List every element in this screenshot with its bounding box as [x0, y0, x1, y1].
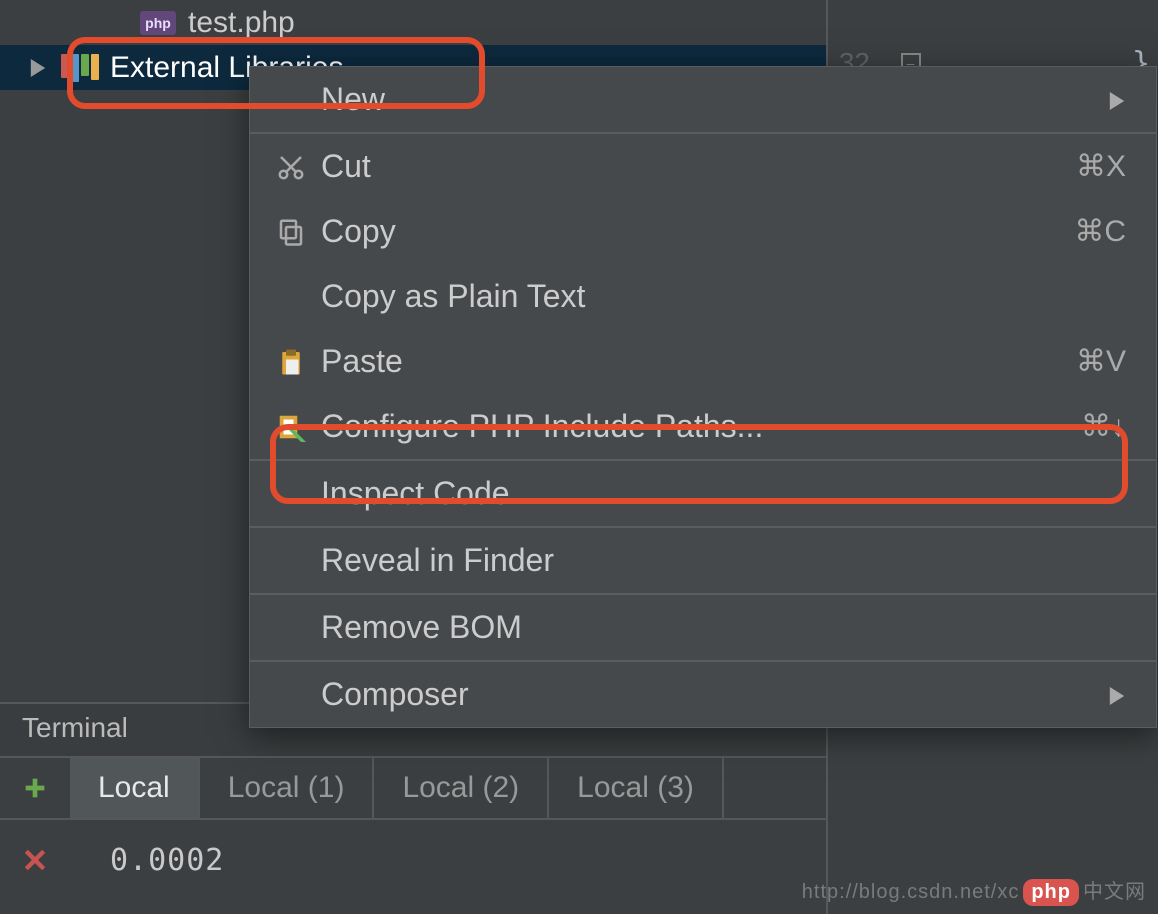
tree-file-row[interactable]: php test.php	[0, 0, 826, 45]
terminal-tab[interactable]: Local (1)	[200, 758, 375, 818]
terminal-output-row: 0.0002	[0, 820, 826, 900]
menu-new[interactable]: New	[250, 67, 1156, 132]
menu-label: Composer	[321, 676, 1108, 713]
menu-shortcut: ⌘V	[1076, 344, 1126, 379]
terminal-tabs: Local Local (1) Local (2) Local (3)	[0, 756, 826, 820]
menu-label: Cut	[321, 148, 1076, 185]
watermark-text: 中文网	[1083, 881, 1146, 903]
menu-remove-bom[interactable]: Remove BOM	[250, 595, 1156, 660]
menu-cut[interactable]: Cut ⌘X	[250, 134, 1156, 199]
clipboard-icon	[268, 344, 313, 380]
menu-reveal-finder[interactable]: Reveal in Finder	[250, 528, 1156, 593]
menu-label: Inspect Code...	[321, 475, 1126, 512]
submenu-arrow-icon	[1108, 81, 1126, 118]
menu-label: Remove BOM	[321, 609, 1126, 646]
menu-shortcut: ⌘C	[1074, 214, 1126, 249]
menu-label: Copy	[321, 213, 1074, 250]
configure-icon	[268, 409, 313, 445]
menu-shortcut: ⌘X	[1076, 149, 1126, 184]
blank-icon	[268, 610, 313, 646]
menu-copy[interactable]: Copy ⌘C	[250, 199, 1156, 264]
menu-label: Configure PHP Include Paths...	[321, 408, 1081, 445]
blank-icon	[268, 543, 313, 579]
menu-label: Copy as Plain Text	[321, 278, 1126, 315]
terminal-tab[interactable]: Local (3)	[549, 758, 724, 818]
terminal-tab-local[interactable]: Local	[70, 758, 200, 818]
menu-configure-php-paths[interactable]: Configure PHP Include Paths... ⌘↓	[250, 394, 1156, 459]
scissors-icon	[268, 149, 313, 185]
libraries-icon	[60, 53, 100, 83]
php-badge-icon: php	[1023, 879, 1079, 906]
menu-shortcut: ⌘↓	[1081, 409, 1126, 444]
menu-label: Paste	[321, 343, 1076, 380]
tree-file-label: test.php	[188, 6, 295, 40]
menu-composer[interactable]: Composer	[250, 662, 1156, 727]
terminal-tab[interactable]: Local (2)	[374, 758, 549, 818]
watermark-text: http://blog.csdn.net/xc	[802, 881, 1020, 903]
terminal-output-text: 0.0002	[70, 843, 224, 878]
submenu-arrow-icon	[1108, 676, 1126, 713]
menu-inspect-code[interactable]: Inspect Code...	[250, 461, 1156, 526]
watermark: http://blog.csdn.net/xcphp中文网	[802, 875, 1146, 906]
gutter-row-31	[828, 0, 1158, 42]
menu-paste[interactable]: Paste ⌘V	[250, 329, 1156, 394]
menu-label: Reveal in Finder	[321, 542, 1126, 579]
blank-icon	[268, 279, 313, 315]
copy-icon	[268, 214, 313, 250]
php-file-icon: php	[138, 8, 178, 38]
context-menu: New Cut ⌘X Copy ⌘C Copy as Plain Text	[249, 66, 1157, 728]
add-terminal-button[interactable]	[0, 758, 70, 818]
blank-icon	[268, 82, 313, 118]
expand-arrow-icon[interactable]	[15, 59, 60, 77]
terminal-panel: Terminal Local Local (1) Local (2) Local…	[0, 702, 826, 900]
blank-icon	[268, 677, 313, 713]
close-terminal-button[interactable]	[0, 820, 70, 900]
menu-copy-plain[interactable]: Copy as Plain Text	[250, 264, 1156, 329]
menu-label: New	[321, 81, 1108, 118]
blank-icon	[268, 476, 313, 512]
